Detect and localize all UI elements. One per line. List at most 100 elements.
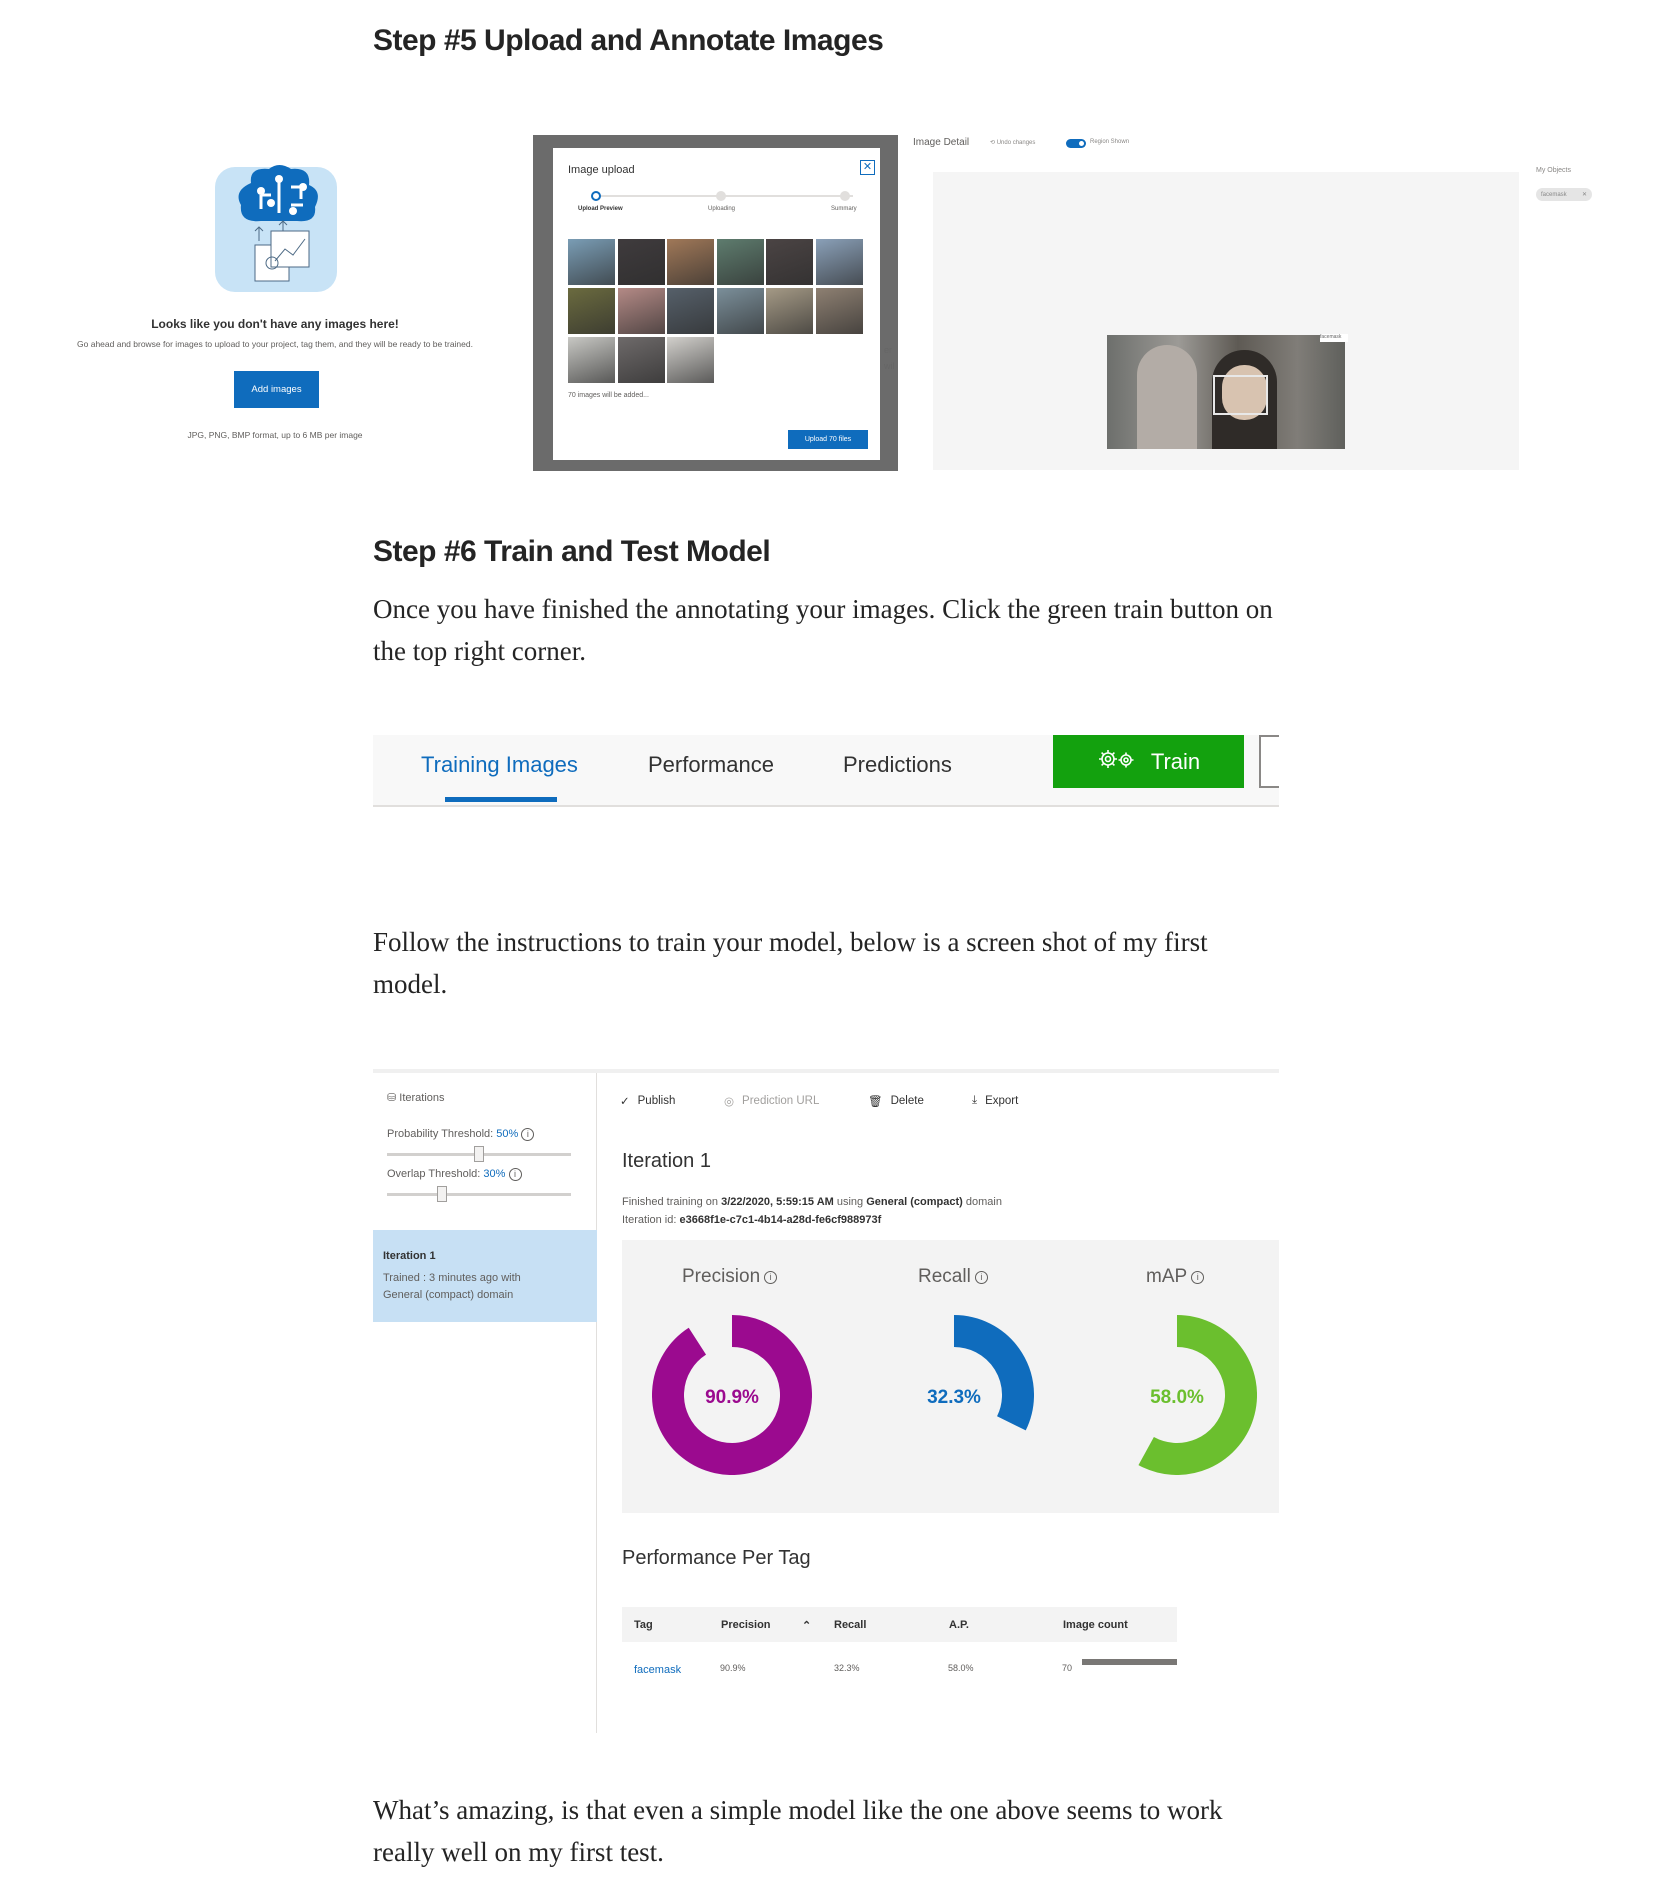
thumbnail-image [667,239,714,285]
row-recall: 32.3% [834,1663,860,1673]
info-icon[interactable]: i [764,1270,778,1284]
thumbnail-image [617,239,665,285]
train-button[interactable]: Train [1053,735,1244,788]
empty-state-subtitle: Go ahead and browse for images to upload… [77,339,473,349]
thumbnail-image [667,288,714,334]
empty-state-title: Looks like you don't have any images her… [151,317,399,331]
thumbnail-image [716,288,764,334]
row-image-count: 70 [1062,1663,1073,1673]
my-objects-label: My Objects [1536,167,1572,174]
gauge-arc [953,1315,1034,1431]
upload-files-button[interactable]: Upload 70 files [788,430,868,449]
thumbnail-image [766,239,813,285]
images-count: 70 images will be added... [568,392,649,399]
col-precision[interactable]: Precision [721,1619,771,1631]
tag-chip-label: facemask [1541,191,1567,198]
step-label-summary: Summary [831,206,857,212]
row-tag-link[interactable]: facemask [634,1664,681,1676]
overlap-slider-track[interactable] [387,1193,571,1196]
map-label: mAP i [1146,1266,1205,1288]
col-image-count[interactable]: Image count [1063,1619,1128,1631]
precision-gauge: 90.9% [652,1315,812,1475]
paragraph-conclusion: What’s amazing, is that even a simple mo… [373,1795,1223,1867]
image-count-bar [1082,1659,1177,1665]
step-label-upload-preview: Upload Preview [578,206,623,212]
thumbnail-image [617,288,665,334]
region-bounding-box[interactable] [1213,375,1268,415]
overlap-threshold-label: Overlap Threshold: 30% i [387,1168,522,1181]
image-detail-title: Image Detail [913,137,970,148]
probability-slider-thumb[interactable] [474,1146,484,1162]
col-ap[interactable]: A.P. [949,1619,969,1631]
remove-tag-icon[interactable]: ✕ [1582,191,1587,198]
thumbnail-image [568,288,615,334]
project-tab-bar: Training Images Performance Predictions … [373,735,1279,807]
step6-heading: Step #6 Train and Test Model [373,535,771,568]
overlap-slider-thumb[interactable] [437,1186,448,1202]
region-toggle[interactable] [1066,139,1086,148]
overlap-threshold-value: 30% [483,1168,506,1180]
prediction-url-button[interactable]: ◎ Prediction URL [724,1094,819,1108]
download-icon: ⤓ [972,1094,978,1106]
map-value: 58.0% [1150,1387,1204,1408]
iteration-item-trained: Trained : 3 minutes ago with [383,1272,521,1284]
step5-heading: Step #5 Upload and Annotate Images [373,24,884,57]
train-button-label: Train [1150,748,1201,774]
delete-button[interactable]: 🗑 Delete [868,1094,924,1108]
thumbnail-image [766,288,813,334]
iteration-title: Iteration 1 [622,1150,711,1172]
performance-per-tag-title: Performance Per Tag [622,1547,811,1569]
checkmark-icon: ✓ [620,1096,630,1108]
clipped-button[interactable] [1259,735,1279,788]
region-toggle-label: Region Shown [1090,139,1130,145]
iteration-id-line: Iteration id: e3668f1e-c7c1-4b14-a28d-fe… [622,1214,882,1226]
sort-ascending-icon[interactable]: ⌃ [802,1619,811,1632]
row-precision: 90.9% [720,1663,746,1673]
info-icon[interactable]: i [1191,1270,1205,1284]
recall-gauge: 32.3% [927,1315,1034,1431]
thumbnail-image [568,337,615,383]
probability-threshold-label: Probability Threshold: 50% i [387,1128,535,1141]
info-icon[interactable]: i [521,1128,535,1141]
tag-chip[interactable]: facemask ✕ [1536,188,1592,201]
per-tag-table-header: Tag Precision ⌃ Recall A.P. Image count [622,1607,1177,1642]
trash-icon: 🗑 [868,1096,883,1108]
metrics-panel: Precision i Recall i mAP i 90.9% 32.3% 58.0… [622,1240,1279,1513]
export-button[interactable]: ⤓ Export [972,1094,1018,1107]
row-ap: 58.0% [948,1663,974,1673]
recall-value: 32.3% [927,1387,981,1408]
tab-predictions[interactable]: Predictions [843,752,952,778]
recall-label: Recall i [918,1266,988,1288]
clipped-text-1: er [884,345,893,355]
col-recall[interactable]: Recall [834,1619,866,1631]
globe-icon: ◎ [724,1096,735,1108]
clipped-text-2: wil [884,361,895,371]
iteration-list-item[interactable]: Iteration 1 Trained : 3 minutes ago with… [373,1230,597,1322]
brain-illustration-icon [215,165,337,292]
thumbnail-image [815,239,863,285]
add-images-button[interactable]: Add images [234,371,319,408]
info-icon[interactable]: i [974,1270,988,1284]
publish-button[interactable]: ✓ Publish [620,1094,675,1108]
col-tag[interactable]: Tag [634,1619,653,1631]
precision-value: 90.9% [705,1387,759,1408]
finished-training-line: Finished training on 3/22/2020, 5:59:15 … [622,1196,1002,1208]
info-icon[interactable]: i [508,1168,522,1181]
close-icon[interactable]: ✕ [860,160,875,175]
thumbnail-image [568,239,615,285]
progress-step-2 [716,191,726,201]
iteration-item-domain: General (compact) domain [383,1289,514,1301]
tab-performance[interactable]: Performance [648,752,774,778]
precision-label: Precision i [682,1266,778,1288]
formats-note: JPG, PNG, BMP format, up to 6 MB per ima… [187,430,363,440]
iterations-sidebar: ⛁ Iterations Probability Threshold: 50% … [373,1073,597,1733]
iteration-item-title: Iteration 1 [383,1250,436,1262]
undo-changes-link[interactable]: ⟲ Undo changes [990,139,1035,146]
progress-step-3 [840,191,850,201]
tab-training-images[interactable]: Training Images [421,752,578,778]
probability-threshold-value: 50% [496,1128,519,1140]
region-label: facemask [1320,334,1348,342]
progress-step-1 [591,191,601,201]
thumbnail-image [617,337,665,383]
dialog-title: Image upload [568,164,635,176]
